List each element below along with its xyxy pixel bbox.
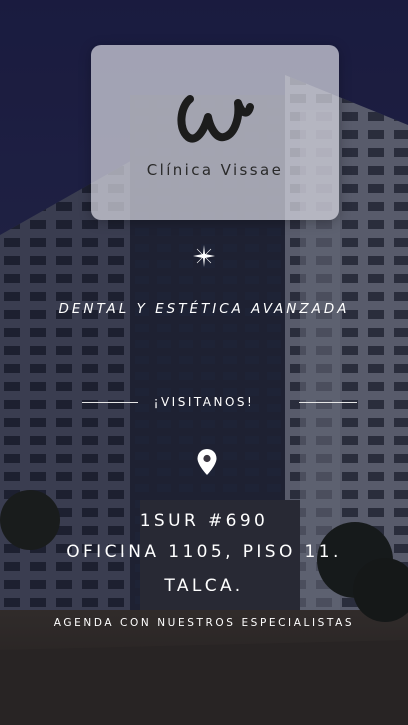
address-line-3: TALCA.	[164, 576, 244, 596]
signature-w-logo-icon	[177, 95, 254, 143]
clinic-name: Clínica Vissae	[146, 161, 284, 179]
schedule-cta: AGENDA CON NUESTROS ESPECIALISTAS	[53, 617, 355, 629]
divider-right	[299, 402, 357, 403]
logo-card: Clínica Vissae	[91, 45, 339, 220]
sparkle-icon	[193, 245, 215, 267]
address-line-2: OFICINA 1105, PISO 11.	[66, 542, 342, 562]
location-pin-icon	[197, 449, 217, 475]
tagline: DENTAL Y ESTÉTICA AVANZADA	[58, 301, 350, 317]
address-line-1: 1SUR #690	[139, 511, 269, 531]
story-page: Clínica Vissae DENTAL Y ESTÉTICA AVANZAD…	[0, 0, 408, 725]
